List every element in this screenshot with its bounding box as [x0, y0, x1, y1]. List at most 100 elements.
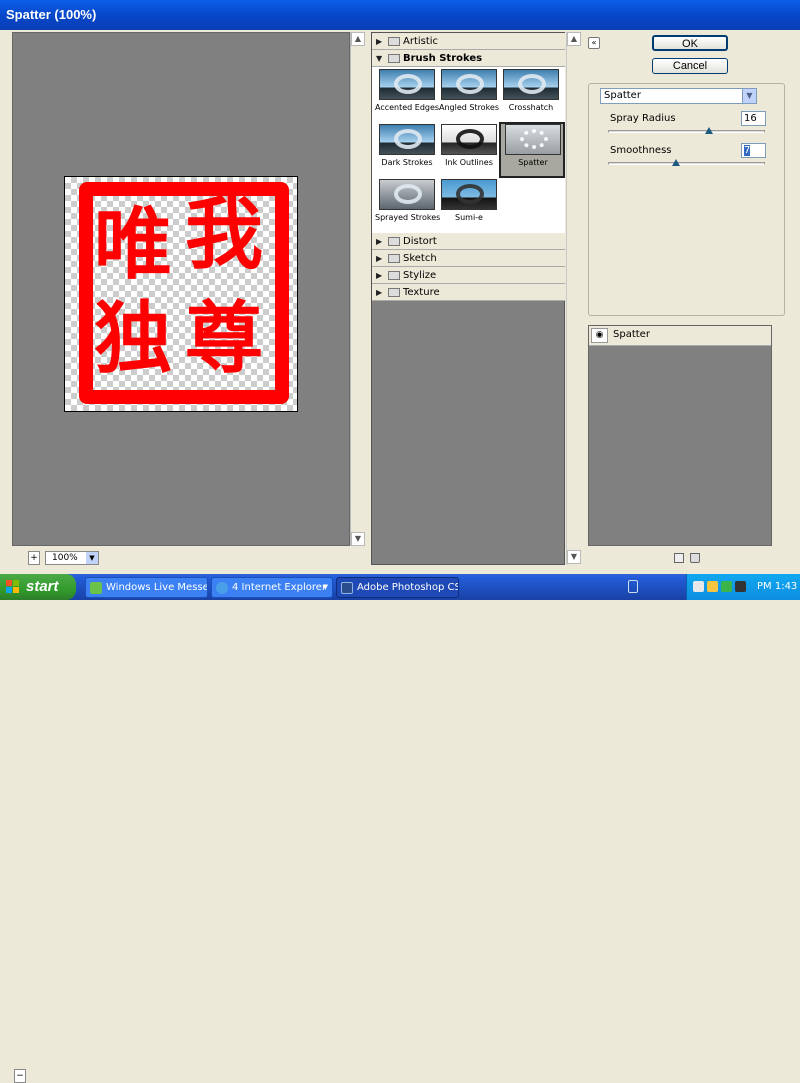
messenger-icon — [90, 582, 102, 594]
window-title: Spatter (100%) — [0, 0, 800, 30]
stamp-glyph-3: 独 — [94, 294, 173, 384]
filter-gallery: ▶ Artistic ▼ Brush Strokes Accented Edge… — [371, 32, 565, 565]
stamp-glyph-4: 尊 — [185, 294, 264, 384]
filter-thumb-dark-strokes[interactable]: Dark Strokes — [375, 124, 439, 178]
chevron-down-icon: ▼ — [86, 552, 98, 564]
chevron-down-icon[interactable]: ▼ — [742, 89, 756, 103]
network-icon[interactable] — [628, 580, 638, 593]
filter-label: Sprayed Strokes — [375, 213, 441, 222]
category-label: Brush Strokes — [403, 53, 483, 64]
smoothness-label: Smoothness — [610, 145, 672, 156]
effect-layers-panel: ◉ Spatter — [588, 325, 772, 546]
thumbnail-image — [379, 124, 435, 155]
spray-radius-input[interactable]: 16 — [741, 111, 766, 126]
start-button[interactable]: start — [0, 574, 76, 600]
folder-icon — [388, 254, 400, 263]
zoom-value: 100% — [52, 553, 78, 563]
stamp-glyph-1: 唯 — [94, 200, 173, 290]
category-label: Sketch — [403, 253, 437, 264]
filter-thumb-accented-edges[interactable]: Accented Edges — [375, 69, 439, 123]
collapse-gallery-icon[interactable]: « — [588, 37, 600, 49]
expand-triangle-icon[interactable]: ▶ — [376, 33, 382, 50]
filter-label: Ink Outlines — [445, 158, 493, 167]
filter-thumb-ink-outlines[interactable]: Ink Outlines — [437, 124, 501, 178]
stamp-glyph-2: 我 — [185, 190, 264, 280]
scroll-down-icon[interactable]: ▼ — [351, 532, 365, 546]
filter-thumb-crosshatch[interactable]: Crosshatch — [499, 69, 563, 123]
spray-radius-slider-thumb[interactable] — [705, 127, 713, 134]
scroll-down-icon[interactable]: ▼ — [567, 550, 581, 564]
tray-icon-4[interactable] — [735, 581, 746, 592]
internet-explorer-icon — [216, 582, 228, 594]
thumbnail-image — [379, 179, 435, 210]
stamp-image: 唯 我 独 尊 — [79, 182, 289, 404]
folder-open-icon — [388, 54, 400, 63]
preview-horizontal-scrollbar[interactable]: − + 100% ▼ — [12, 548, 350, 1083]
category-texture[interactable]: ▶ Texture — [372, 284, 565, 301]
category-artistic[interactable]: ▶ Artistic — [372, 33, 565, 50]
category-sketch[interactable]: ▶ Sketch — [372, 250, 565, 267]
filter-thumb-angled-strokes[interactable]: Angled Strokes — [437, 69, 501, 123]
spray-radius-slider[interactable] — [608, 130, 765, 133]
thumbnail-image — [441, 124, 497, 155]
thumbnail-image — [505, 124, 561, 155]
zoom-select[interactable]: 100% ▼ — [45, 551, 99, 565]
photoshop-icon — [341, 582, 353, 594]
task-windows-live-messenger[interactable]: Windows Live Messen... — [85, 577, 208, 598]
folder-icon — [388, 288, 400, 297]
preview-canvas: 唯 我 独 尊 — [64, 176, 298, 412]
smoothness-input[interactable]: 7 — [741, 143, 766, 158]
task-internet-explorer[interactable]: 4 Internet Explorer ▼ — [211, 577, 333, 598]
filter-label: Dark Strokes — [381, 158, 433, 167]
category-label: Artistic — [403, 36, 439, 47]
zoom-in-button[interactable]: + — [28, 551, 40, 565]
start-label: start — [26, 578, 59, 595]
expand-triangle-icon[interactable]: ▶ — [376, 250, 382, 267]
delete-effect-layer-icon[interactable] — [690, 553, 700, 563]
cancel-button[interactable]: Cancel — [652, 58, 728, 74]
spray-radius-label: Spray Radius — [610, 113, 676, 124]
tray-icon-1[interactable] — [693, 581, 704, 592]
thumbnail-image — [379, 69, 435, 100]
effect-layer-row[interactable]: ◉ Spatter — [589, 326, 771, 346]
preview-area[interactable]: 唯 我 独 尊 — [12, 32, 350, 546]
thumbnail-image — [441, 69, 497, 100]
windows-flag-icon — [6, 580, 20, 594]
category-label: Texture — [403, 287, 440, 298]
zoom-out-button[interactable]: − — [14, 1069, 26, 1083]
taskbar: start Windows Live Messen... 4 Internet … — [0, 574, 800, 600]
category-label: Stylize — [403, 270, 437, 281]
task-adobe-photoshop[interactable]: Adobe Photoshop CS... — [336, 577, 459, 598]
preview-vertical-scrollbar[interactable]: ▲ ▼ — [350, 32, 365, 546]
filter-label: Crosshatch — [508, 103, 554, 112]
thumbnail-image — [441, 179, 497, 210]
smoothness-slider-thumb[interactable] — [672, 159, 680, 166]
expand-triangle-icon[interactable]: ▶ — [376, 267, 382, 284]
new-effect-layer-icon[interactable] — [674, 553, 684, 563]
scroll-up-icon[interactable]: ▲ — [567, 32, 581, 46]
category-stylize[interactable]: ▶ Stylize — [372, 267, 565, 284]
tray-icon-2[interactable] — [707, 581, 718, 592]
expand-triangle-icon[interactable]: ▶ — [376, 233, 382, 250]
tray-icon-3[interactable] — [721, 581, 732, 592]
brush-strokes-thumbnails: Accented Edges Angled Strokes Crosshatch… — [372, 67, 565, 233]
filter-select[interactable]: Spatter ▼ — [600, 88, 757, 104]
filter-thumb-sumi-e[interactable]: Sumi-e — [437, 179, 501, 233]
collapse-triangle-icon[interactable]: ▼ — [376, 50, 382, 67]
category-brush-strokes[interactable]: ▼ Brush Strokes — [372, 50, 565, 67]
task-label: Adobe Photoshop CS... — [357, 582, 458, 593]
category-distort[interactable]: ▶ Distort — [372, 233, 565, 250]
clock: PM 1:43 — [757, 581, 798, 592]
eye-icon[interactable]: ◉ — [591, 328, 608, 343]
ok-button[interactable]: OK — [652, 35, 728, 51]
gallery-scrollbar[interactable]: ▲ ▼ — [566, 32, 581, 565]
filter-gallery-dialog: 唯 我 独 尊 ▲ ▼ − + 100% ▼ ▶ Artistic ▼ Brus… — [0, 30, 800, 1083]
filter-thumb-spatter[interactable]: Spatter — [499, 122, 565, 178]
expand-triangle-icon[interactable]: ▶ — [376, 284, 382, 301]
folder-icon — [388, 37, 400, 46]
filter-thumb-sprayed-strokes[interactable]: Sprayed Strokes — [375, 179, 441, 233]
scroll-up-icon[interactable]: ▲ — [351, 32, 365, 46]
smoothness-slider[interactable] — [608, 162, 765, 165]
filter-select-value: Spatter — [604, 90, 641, 101]
smoothness-value: 7 — [744, 145, 751, 156]
